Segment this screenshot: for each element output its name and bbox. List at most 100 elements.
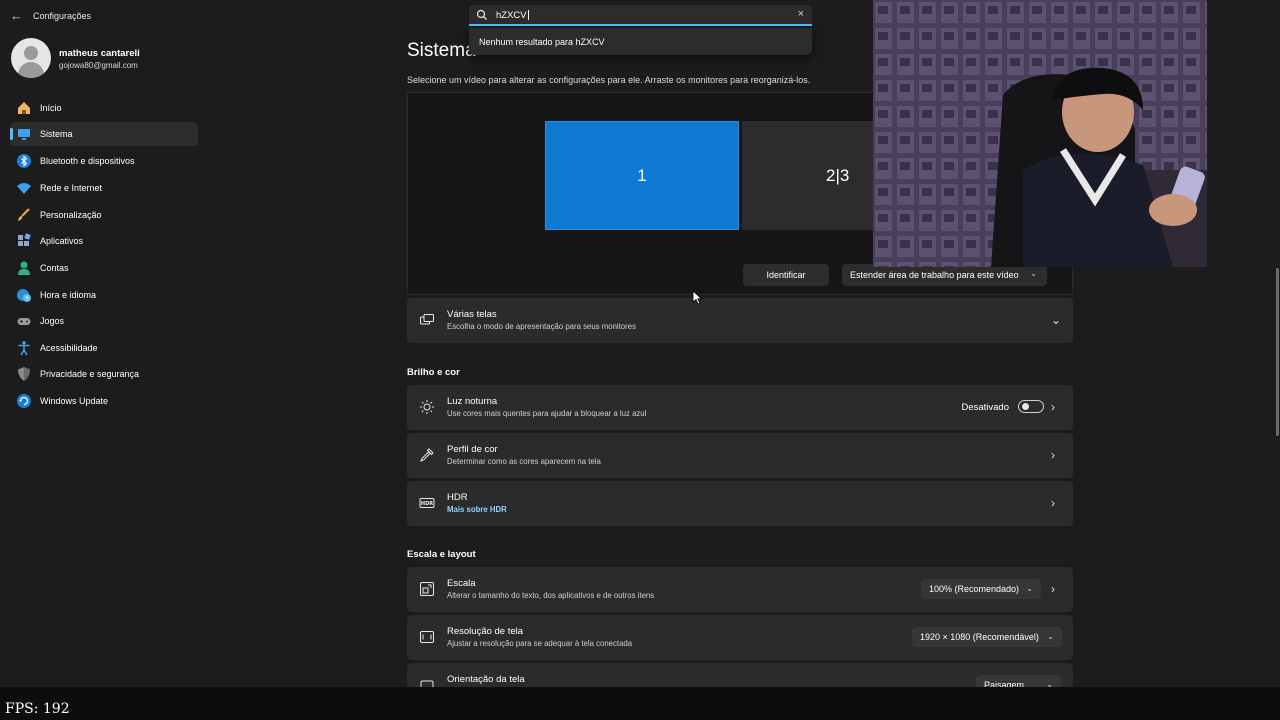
webcam-image xyxy=(873,0,1207,267)
search-input[interactable]: hZXCV × xyxy=(469,5,812,26)
extend-desktop-label: Estender área de trabalho para este víde… xyxy=(850,270,1019,280)
close-icon[interactable]: × xyxy=(798,8,804,20)
sidebar-item-bluetooth[interactable]: Bluetooth e dispositivos xyxy=(10,149,198,173)
color-profile-title: Perfil de cor xyxy=(447,444,498,455)
night-light-state: Desativado xyxy=(961,402,1009,413)
scale-value: 100% (Recomendado) xyxy=(929,584,1020,594)
sidebar-item-label: Windows Update xyxy=(40,396,109,406)
user-email: gojowa80@gmail.com xyxy=(59,61,138,70)
multiple-displays-icon xyxy=(420,314,434,325)
scale-dropdown[interactable]: 100% (Recomendado) ⌄ xyxy=(921,579,1041,599)
sidebar-item-rede[interactable]: Rede e Internet xyxy=(10,176,198,200)
sidebar-item-label: Hora e idioma xyxy=(40,290,97,300)
resolution-card[interactable]: Resolução de tela Ajustar a resolução pa… xyxy=(407,615,1073,660)
sidebar-item-acessibilidade[interactable]: Acessibilidade xyxy=(10,336,198,360)
fps-counter: FPS: 192 xyxy=(5,701,70,717)
resolution-icon xyxy=(420,631,434,643)
section-scale-layout: Escala e layout xyxy=(407,549,476,560)
scale-title: Escala xyxy=(447,578,476,589)
sidebar-item-contas[interactable]: Contas xyxy=(10,256,198,280)
resolution-value: 1920 × 1080 (Recomendável) xyxy=(920,632,1039,642)
sidebar-item-label: Sistema xyxy=(40,129,73,139)
sidebar-item-hora[interactable]: Hora e idioma xyxy=(10,283,198,307)
sidebar-item-label: Personalização xyxy=(40,210,102,220)
hdr-icon: HDR xyxy=(419,498,435,508)
accessibility-icon xyxy=(18,341,30,356)
sidebar-item-label: Bluetooth e dispositivos xyxy=(40,156,135,166)
sidebar-item-label: Privacidade e segurança xyxy=(40,369,140,379)
sidebar-item-personalizacao[interactable]: Personalização xyxy=(10,203,198,227)
sidebar-item-inicio[interactable]: Início xyxy=(10,96,198,120)
globe-clock-icon xyxy=(17,289,31,302)
back-arrow-icon[interactable]: ← xyxy=(10,9,24,23)
scale-desc: Alterar o tamanho do texto, dos aplicati… xyxy=(447,591,655,600)
sidebar-item-label: Contas xyxy=(40,263,69,273)
gamepad-icon xyxy=(17,318,31,325)
wifi-icon xyxy=(17,183,31,194)
monitor-1[interactable]: 1 xyxy=(545,121,739,230)
fps-overlay-bar xyxy=(0,687,1280,720)
night-light-toggle[interactable] xyxy=(1018,400,1044,413)
scrollbar-thumb[interactable] xyxy=(1276,268,1279,436)
hdr-link[interactable]: Mais sobre HDR xyxy=(447,505,507,514)
selection-indicator xyxy=(10,128,13,140)
apps-icon xyxy=(18,233,31,246)
account-icon xyxy=(18,261,30,275)
sidebar-item-aplicativos[interactable]: Aplicativos xyxy=(10,229,198,253)
section-brightness-color: Brilho e cor xyxy=(407,367,460,378)
page-title: Sistema xyxy=(407,40,476,61)
search-no-results: Nenhum resultado para hZXCV xyxy=(479,37,605,47)
hdr-card[interactable]: HDR HDR Mais sobre HDR › xyxy=(407,481,1073,526)
chevron-right-icon[interactable]: › xyxy=(1051,448,1061,462)
multiple-displays-title: Várias telas xyxy=(447,309,497,320)
webcam-overlay xyxy=(873,0,1207,267)
page-subtitle: Selecione um vídeo para alterar as confi… xyxy=(407,75,811,85)
color-profile-desc: Determinar como as cores aparecem na tel… xyxy=(447,457,601,466)
color-profile-card[interactable]: Perfil de cor Determinar como as cores a… xyxy=(407,433,1073,478)
avatar[interactable] xyxy=(11,38,51,78)
brightness-icon xyxy=(420,400,434,414)
update-icon xyxy=(17,394,31,408)
home-icon xyxy=(18,102,30,114)
resolution-title: Resolução de tela xyxy=(447,626,524,637)
sidebar-item-label: Aplicativos xyxy=(40,236,84,246)
night-light-desc: Use cores mais quentes para ajudar a blo… xyxy=(447,409,647,418)
chevron-down-icon: ⌄ xyxy=(1026,584,1033,593)
sidebar-item-jogos[interactable]: Jogos xyxy=(10,309,198,333)
mouse-cursor-icon xyxy=(692,290,703,305)
sidebar-item-privacidade[interactable]: Privacidade e segurança xyxy=(10,362,198,386)
sidebar-item-label: Acessibilidade xyxy=(40,343,98,353)
hdr-title: HDR xyxy=(447,492,468,503)
multiple-displays-desc: Escolha o modo de apresentação para seus… xyxy=(447,322,636,331)
system-icon xyxy=(18,129,30,140)
monitor-2-3[interactable]: 2|3 xyxy=(742,121,882,230)
bluetooth-icon xyxy=(17,154,31,168)
search-value: hZXCV xyxy=(496,10,527,21)
chevron-right-icon[interactable]: › xyxy=(1051,400,1061,414)
sidebar-item-label: Rede e Internet xyxy=(40,183,103,193)
resolution-dropdown[interactable]: 1920 × 1080 (Recomendável) ⌄ xyxy=(912,627,1062,647)
night-light-card[interactable]: Luz noturna Use cores mais quentes para … xyxy=(407,385,1073,430)
orientation-title: Orientação da tela xyxy=(447,674,525,685)
user-name: matheus cantareli xyxy=(59,48,140,59)
eyedropper-icon xyxy=(420,448,434,462)
sidebar-item-label: Início xyxy=(40,103,62,113)
scale-icon xyxy=(420,582,434,596)
identify-button[interactable]: Identificar xyxy=(743,264,829,286)
app-title: Configurações xyxy=(33,11,92,21)
chevron-right-icon[interactable]: › xyxy=(1051,582,1061,596)
chevron-right-icon[interactable]: › xyxy=(1051,496,1061,510)
sidebar-item-sistema[interactable]: Sistema xyxy=(10,122,198,146)
search-results-dropdown: Nenhum resultado para hZXCV xyxy=(469,28,812,55)
sidebar-item-windows-update[interactable]: Windows Update xyxy=(10,389,198,413)
extend-desktop-dropdown[interactable]: Estender área de trabalho para este víde… xyxy=(842,264,1047,286)
text-caret xyxy=(527,10,529,21)
scale-card[interactable]: Escala Alterar o tamanho do texto, dos a… xyxy=(407,567,1073,612)
sidebar-item-label: Jogos xyxy=(40,316,65,326)
multiple-displays-card[interactable]: Várias telas Escolha o modo de apresenta… xyxy=(407,298,1073,343)
svg-text:HDR: HDR xyxy=(421,501,433,507)
night-light-title: Luz noturna xyxy=(447,396,498,407)
brush-icon xyxy=(18,208,30,221)
search-icon xyxy=(476,9,487,20)
chevron-down-icon: ⌄ xyxy=(1047,632,1054,641)
